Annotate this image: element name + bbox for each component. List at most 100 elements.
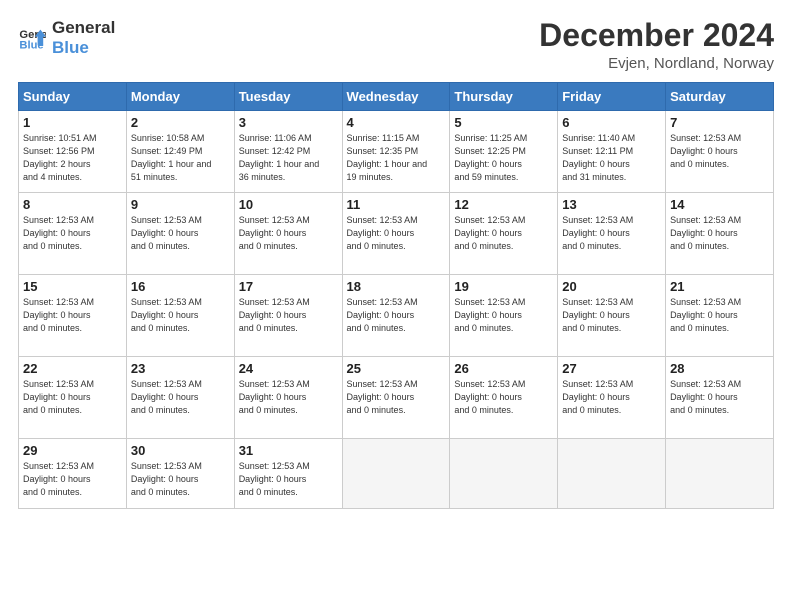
calendar-week-row: 8 Sunset: 12:53 AMDaylight: 0 hoursand 0 …	[19, 193, 774, 275]
day-info: Sunrise: 11:15 AMSunset: 12:35 PMDayligh…	[347, 132, 446, 184]
table-row: 5 Sunrise: 11:25 AMSunset: 12:25 PMDaylig…	[450, 111, 558, 193]
table-row: 30 Sunset: 12:53 AMDaylight: 0 hoursand 0…	[126, 439, 234, 509]
table-row: 8 Sunset: 12:53 AMDaylight: 0 hoursand 0 …	[19, 193, 127, 275]
day-info: Sunset: 12:53 AMDaylight: 0 hoursand 0 m…	[454, 214, 553, 253]
day-info: Sunset: 12:53 AMDaylight: 0 hoursand 0 m…	[131, 460, 230, 499]
day-info: Sunset: 12:53 AMDaylight: 0 hoursand 0 m…	[239, 296, 338, 335]
table-row: 10 Sunset: 12:53 AMDaylight: 0 hoursand 0…	[234, 193, 342, 275]
day-info: Sunset: 12:53 AMDaylight: 0 hoursand 0 m…	[347, 296, 446, 335]
calendar-table: Sunday Monday Tuesday Wednesday Thursday…	[18, 82, 774, 509]
header-sunday: Sunday	[19, 83, 127, 111]
header-saturday: Saturday	[666, 83, 774, 111]
day-info: Sunset: 12:53 AMDaylight: 0 hoursand 0 m…	[239, 214, 338, 253]
header-monday: Monday	[126, 83, 234, 111]
day-number: 10	[239, 197, 338, 212]
day-number: 20	[562, 279, 661, 294]
day-info: Sunset: 12:53 AMDaylight: 0 hoursand 0 m…	[454, 296, 553, 335]
day-number: 21	[670, 279, 769, 294]
table-row: 13 Sunset: 12:53 AMDaylight: 0 hoursand 0…	[558, 193, 666, 275]
day-number: 16	[131, 279, 230, 294]
day-info: Sunset: 12:53 AMDaylight: 0 hoursand 0 m…	[670, 132, 769, 171]
table-row: 7Sunset: 12:53 AMDaylight: 0 hoursand 0 …	[666, 111, 774, 193]
day-info: Sunset: 12:53 AMDaylight: 0 hoursand 0 m…	[562, 378, 661, 417]
table-row: 29 Sunset: 12:53 AMDaylight: 0 hoursand 0…	[19, 439, 127, 509]
day-info: Sunrise: 11:06 AMSunset: 12:42 PMDayligh…	[239, 132, 338, 184]
day-number: 17	[239, 279, 338, 294]
day-number: 24	[239, 361, 338, 376]
table-row: 15Sunset: 12:53 AMDaylight: 0 hoursand 0…	[19, 275, 127, 357]
day-info: Sunset: 12:53 AMDaylight: 0 hoursand 0 m…	[670, 378, 769, 417]
table-row: 28 Sunset: 12:53 AMDaylight: 0 hoursand 0…	[666, 357, 774, 439]
table-row: 11 Sunset: 12:53 AMDaylight: 0 hoursand 0…	[342, 193, 450, 275]
day-number: 12	[454, 197, 553, 212]
table-row: 1 Sunrise: 10:51 AMSunset: 12:56 PMDaylig…	[19, 111, 127, 193]
table-row: 16Sunset: 12:53 AMDaylight: 0 hoursand 0…	[126, 275, 234, 357]
day-info: Sunset: 12:53 AMDaylight: 0 hoursand 0 m…	[239, 378, 338, 417]
table-row: 25Sunset: 12:53 AMDaylight: 0 hoursand 0…	[342, 357, 450, 439]
table-row: 19 Sunset: 12:53 AMDaylight: 0 hoursand 0…	[450, 275, 558, 357]
table-row: 9 Sunset: 12:53 AMDaylight: 0 hoursand 0 …	[126, 193, 234, 275]
day-number: 4	[347, 115, 446, 130]
day-number: 13	[562, 197, 661, 212]
day-number: 8	[23, 197, 122, 212]
table-row: 2Sunrise: 10:58 AMSunset: 12:49 PMDaylig…	[126, 111, 234, 193]
day-number: 28	[670, 361, 769, 376]
day-number: 25	[347, 361, 446, 376]
day-info: Sunset: 12:53 AMDaylight: 0 hoursand 0 m…	[131, 214, 230, 253]
month-title: December 2024	[539, 18, 774, 53]
table-row: 26Sunset: 12:53 AMDaylight: 0 hoursand 0…	[450, 357, 558, 439]
table-row	[450, 439, 558, 509]
calendar-week-row: 1 Sunrise: 10:51 AMSunset: 12:56 PMDaylig…	[19, 111, 774, 193]
day-info: Sunset: 12:53 AMDaylight: 0 hoursand 0 m…	[23, 378, 122, 417]
day-number: 29	[23, 443, 122, 458]
day-info: Sunset: 12:53 AMDaylight: 0 hoursand 0 m…	[347, 214, 446, 253]
table-row: 14Sunset: 12:53 AMDaylight: 0 hoursand 0…	[666, 193, 774, 275]
day-info: Sunset: 12:53 AMDaylight: 0 hoursand 0 m…	[23, 296, 122, 335]
day-number: 30	[131, 443, 230, 458]
table-row: 31Sunset: 12:53 AMDaylight: 0 hoursand 0…	[234, 439, 342, 509]
day-info: Sunset: 12:53 AMDaylight: 0 hoursand 0 m…	[239, 460, 338, 499]
table-row: 4 Sunrise: 11:15 AMSunset: 12:35 PMDaylig…	[342, 111, 450, 193]
table-row: 21Sunset: 12:53 AMDaylight: 0 hoursand 0…	[666, 275, 774, 357]
day-info: Sunset: 12:53 AMDaylight: 0 hoursand 0 m…	[23, 460, 122, 499]
table-row: 27Sunset: 12:53 AMDaylight: 0 hoursand 0…	[558, 357, 666, 439]
day-info: Sunset: 12:53 AMDaylight: 0 hoursand 0 m…	[562, 296, 661, 335]
day-number: 1	[23, 115, 122, 130]
table-row: 18 Sunset: 12:53 AMDaylight: 0 hoursand 0…	[342, 275, 450, 357]
table-row: 24 Sunset: 12:53 AMDaylight: 0 hoursand 0…	[234, 357, 342, 439]
day-info: Sunset: 12:53 AMDaylight: 0 hoursand 0 m…	[562, 214, 661, 253]
day-number: 9	[131, 197, 230, 212]
calendar-week-row: 15Sunset: 12:53 AMDaylight: 0 hoursand 0…	[19, 275, 774, 357]
day-number: 3	[239, 115, 338, 130]
day-info: Sunrise: 11:25 AMSunset: 12:25 PMDayligh…	[454, 132, 553, 184]
table-row: 17 Sunset: 12:53 AMDaylight: 0 hoursand 0…	[234, 275, 342, 357]
calendar-page: General Blue General Blue December 2024 …	[0, 0, 792, 612]
weekday-header-row: Sunday Monday Tuesday Wednesday Thursday…	[19, 83, 774, 111]
day-info: Sunset: 12:53 AMDaylight: 0 hoursand 0 m…	[131, 378, 230, 417]
day-number: 19	[454, 279, 553, 294]
day-number: 6	[562, 115, 661, 130]
table-row: 22Sunset: 12:53 AMDaylight: 0 hoursand 0…	[19, 357, 127, 439]
table-row: 3 Sunrise: 11:06 AMSunset: 12:42 PMDaylig…	[234, 111, 342, 193]
header: General Blue General Blue December 2024 …	[18, 18, 774, 72]
day-number: 11	[347, 197, 446, 212]
table-row	[558, 439, 666, 509]
day-info: Sunrise: 11:40 AMSunset: 12:11 PMDayligh…	[562, 132, 661, 184]
logo-text-line1: General	[52, 18, 115, 38]
header-wednesday: Wednesday	[342, 83, 450, 111]
table-row: 6 Sunrise: 11:40 AMSunset: 12:11 PMDaylig…	[558, 111, 666, 193]
day-info: Sunrise: 10:58 AMSunset: 12:49 PMDayligh…	[131, 132, 230, 184]
day-info: Sunrise: 10:51 AMSunset: 12:56 PMDayligh…	[23, 132, 122, 184]
table-row	[666, 439, 774, 509]
table-row: 20 Sunset: 12:53 AMDaylight: 0 hoursand 0…	[558, 275, 666, 357]
day-info: Sunset: 12:53 AMDaylight: 0 hoursand 0 m…	[23, 214, 122, 253]
day-number: 5	[454, 115, 553, 130]
day-info: Sunset: 12:53 AMDaylight: 0 hoursand 0 m…	[454, 378, 553, 417]
table-row: 12 Sunset: 12:53 AMDaylight: 0 hoursand 0…	[450, 193, 558, 275]
table-row: 23Sunset: 12:53 AMDaylight: 0 hoursand 0…	[126, 357, 234, 439]
day-number: 18	[347, 279, 446, 294]
location-title: Evjen, Nordland, Norway	[539, 55, 774, 72]
day-number: 14	[670, 197, 769, 212]
logo-text-line2: Blue	[52, 38, 115, 58]
header-tuesday: Tuesday	[234, 83, 342, 111]
